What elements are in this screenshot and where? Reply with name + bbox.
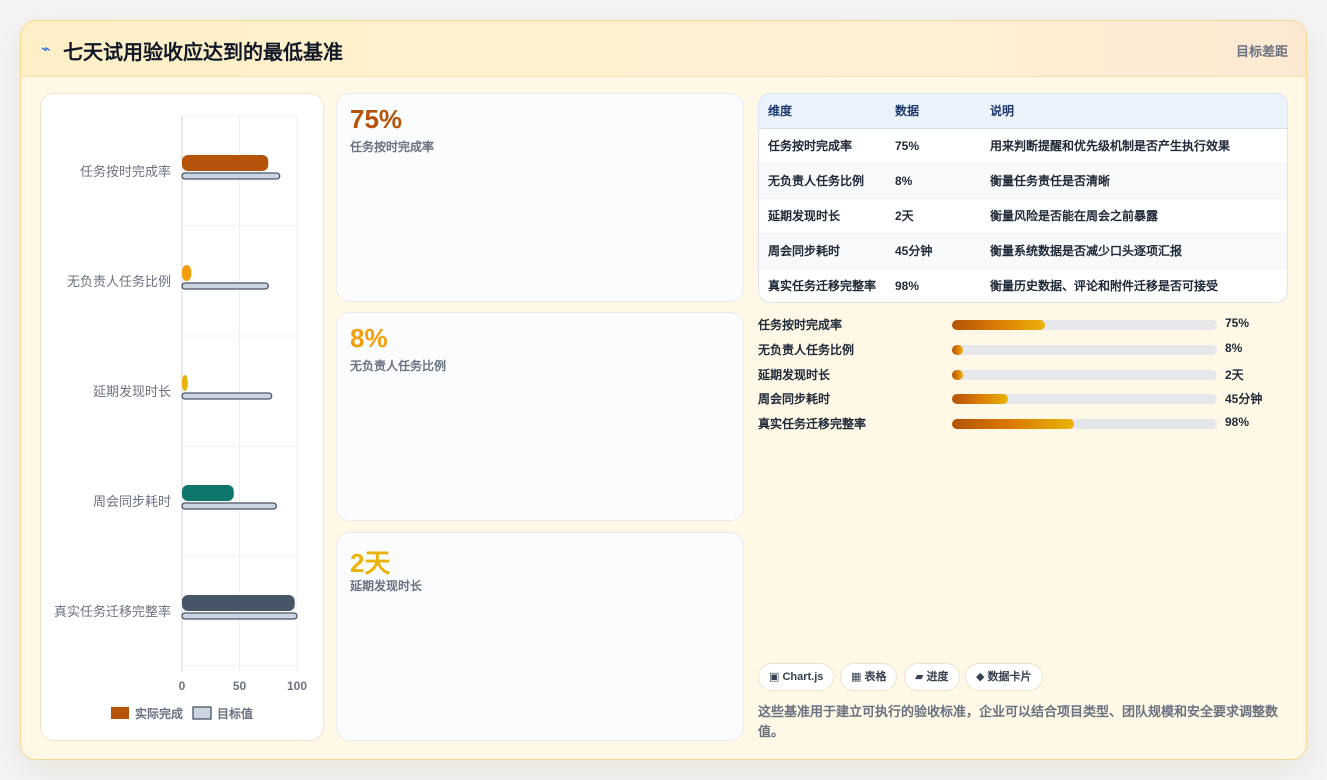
progress-row: 延期发现时长 2天 <box>758 363 1288 388</box>
bar-target <box>181 172 281 180</box>
table-cell: 衡量任务责任是否清晰 <box>981 163 1287 199</box>
table-cell: 无负责人任务比例 <box>759 163 886 199</box>
x-tick-label: 100 <box>287 679 307 693</box>
kpi-value: 8% <box>350 323 388 353</box>
progress-track <box>952 419 1217 430</box>
category-label: 延期发现时长 <box>93 384 171 399</box>
progress-label: 无负责人任务比例 <box>758 342 855 357</box>
bar-actual <box>182 155 269 171</box>
progress-track <box>952 394 1217 405</box>
bar-actual <box>182 485 234 501</box>
kpi-value: 2天 <box>350 548 391 578</box>
progress-value: 8% <box>1225 340 1243 355</box>
table-row: 真实任务迁移完整率 98% 衡量历史数据、评论和附件迁移是否可接受 <box>759 268 1287 302</box>
table-cell: 延期发现时长 <box>759 198 886 234</box>
x-tick-label: 50 <box>233 679 247 693</box>
gap-label: 目标差距 <box>1235 44 1288 59</box>
dashboard-card: ⌁ 七天试用验收应达到的最低基准 目标差距 任务按时完成率 无负责人任务比例 延期发… <box>20 20 1307 760</box>
progress-label: 任务按时完成率 <box>758 318 843 332</box>
legend-label-actual: 实际完成 <box>135 706 183 721</box>
table-cell: 衡量系统数据是否减少口头逐项汇报 <box>981 233 1287 269</box>
progress-value: 45分钟 <box>1225 392 1263 407</box>
chip-table[interactable]: ▦ 表格 <box>840 663 898 691</box>
progress-row: 无负责人任务比例 8% <box>758 338 1288 363</box>
bar-actual <box>182 375 188 391</box>
progress-value: 75% <box>1225 316 1250 330</box>
table-cell: 周会同步耗时 <box>759 233 886 269</box>
table-header: 说明 <box>981 94 1287 129</box>
progress-fill <box>952 394 1008 405</box>
category-label: 无负责人任务比例 <box>67 274 171 289</box>
footnote: 这些基准用于建立可执行的验收标准，企业可以结合项目类型、团队规模和安全要求调整数… <box>758 704 1279 739</box>
table-header: 维度 <box>759 94 886 129</box>
table-cell: 45分钟 <box>886 233 981 269</box>
kpi-label: 任务按时完成率 <box>350 140 435 154</box>
table-row: 延期发现时长 2天 衡量风险是否能在周会之前暴露 <box>759 198 1287 234</box>
page-title: 七天试用验收应达到的最低基准 <box>63 42 343 64</box>
kpi-card-0: 75% 任务按时完成率 <box>336 93 744 302</box>
table-header: 数据 <box>886 94 981 129</box>
kpi-label: 延期发现时长 <box>350 579 423 593</box>
category-label: 周会同步耗时 <box>93 494 171 509</box>
legend-swatch-actual <box>111 707 129 719</box>
table-header-row: 维度 数据 说明 <box>759 94 1287 129</box>
bar-actual <box>182 265 192 281</box>
bar-chart-panel: 任务按时完成率无负责人任务比例延期发现时长 周会同步耗时真实任务迁移完整率 0 50 1… <box>40 93 324 741</box>
progress-label: 延期发现时长 <box>758 367 831 382</box>
table-row: 任务按时完成率 75% 用来判断提醒和优先级机制是否产生执行效果 <box>759 128 1287 164</box>
table-cell: 75% <box>886 128 981 164</box>
progress-track <box>952 320 1217 330</box>
table-row: 周会同步耗时 45分钟 衡量系统数据是否减少口头逐项汇报 <box>759 233 1287 269</box>
progress-track <box>952 369 1217 380</box>
bar-actual <box>182 595 295 611</box>
table-cell: 98% <box>895 278 920 293</box>
bolt-icon: ⌁ <box>41 41 51 58</box>
table-cell: 真实任务迁移完整率 <box>768 279 877 294</box>
kpi-label: 无负责人任务比例 <box>350 359 447 373</box>
chip-chartjs[interactable]: ▣ Chart.js <box>758 663 835 691</box>
bar-target <box>181 612 298 620</box>
table-cell: 衡量历史数据、评论和附件迁移是否可接受 <box>990 279 1219 294</box>
legend-label-target: 目标值 <box>217 706 253 721</box>
category-label: 真实任务迁移完整率 <box>54 604 171 619</box>
progress-fill <box>952 320 1045 330</box>
table-cell: 2天 <box>886 198 981 234</box>
table-cell: 任务按时完成率 <box>759 128 886 164</box>
x-tick-label: 0 <box>179 679 186 693</box>
chip-data-cards[interactable]: ◆ 数据卡片 <box>965 663 1043 691</box>
bar-chart: 任务按时完成率无负责人任务比例延期发现时长周会同步耗时真实任务迁移完整率 0 50 1… <box>54 115 307 721</box>
chip-progress[interactable]: ▰ 进度 <box>904 663 960 691</box>
table-cell: 8% <box>886 163 981 199</box>
bar-target <box>181 282 269 290</box>
progress-row: 任务按时完成率 75% <box>758 313 1288 338</box>
table-row: 无负责人任务比例 8% 衡量任务责任是否清晰 <box>759 163 1287 199</box>
progress-row: 真实任务迁移完整率 98% <box>758 412 1288 437</box>
legend-swatch-target <box>192 706 212 720</box>
progress-label: 真实任务迁移完整率 <box>758 417 867 432</box>
progress-label: 周会同步耗时 <box>758 392 831 407</box>
kpi-card-1: 8% 无负责人任务比例 <box>336 312 744 521</box>
progress-fill <box>952 419 1074 430</box>
bar-target <box>181 502 277 510</box>
progress-track <box>952 344 1217 355</box>
progress-value: 2天 <box>1225 367 1244 382</box>
table-cell: 衡量风险是否能在周会之前暴露 <box>981 198 1287 234</box>
progress-fill <box>952 369 963 380</box>
progress-row: 周会同步耗时 45分钟 <box>758 387 1288 412</box>
kpi-value: 75% <box>350 104 403 134</box>
metrics-table: 维度 数据 说明 任务按时完成率 75% 用来判断提醒和优先级机制是否产生执行效… <box>758 93 1288 303</box>
card-header: ⌁ 七天试用验收应达到的最低基准 目标差距 <box>21 21 1306 77</box>
progress-fill <box>952 344 963 355</box>
bar-target <box>181 392 273 400</box>
category-label: 任务按时完成率 <box>80 164 171 179</box>
kpi-card-2: 2天 延期发现时长 <box>336 532 744 741</box>
table-cell: 用来判断提醒和优先级机制是否产生执行效果 <box>981 128 1287 164</box>
progress-value: 98% <box>1225 415 1250 430</box>
progress-list: 任务按时完成率 75% 无负责人任务比例 8% 延期发现时长 2天 周会同步耗时… <box>758 313 1288 437</box>
